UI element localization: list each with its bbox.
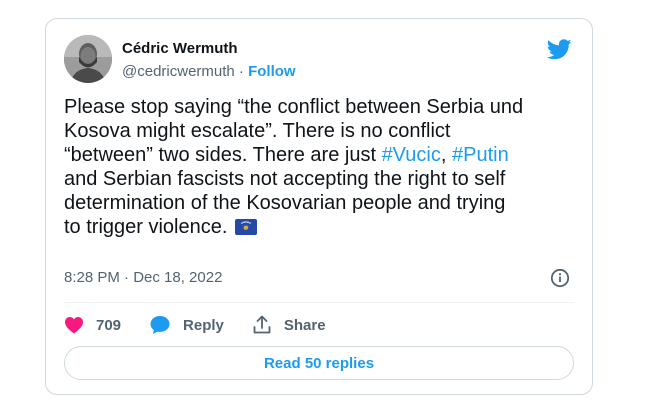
heart-icon <box>65 317 83 334</box>
hashtag-comma: , <box>440 144 452 166</box>
share-button[interactable]: Share <box>252 315 326 335</box>
tweet-line-6: to trigger violence. <box>64 215 564 239</box>
tweet-timestamp[interactable]: 8:28 PM · Dec 18, 2022 <box>64 269 222 286</box>
info-icon[interactable] <box>550 268 570 288</box>
tweet-line-3-text: “between” two sides. There are just <box>64 144 382 166</box>
hashtag-putin[interactable]: #Putin <box>452 144 509 166</box>
follow-button[interactable]: Follow <box>248 63 296 80</box>
handle-separator: · <box>234 63 249 80</box>
tweet-line-5: determination of the Kosovarian people a… <box>64 192 506 214</box>
tweet-line-4: and Serbian fascists not accepting the r… <box>64 168 506 190</box>
reply-button[interactable]: Reply <box>149 315 224 335</box>
tweet-embed-card: Cédric Wermuth @cedricwermuth · Follow P… <box>45 18 593 395</box>
hashtag-vucic[interactable]: #Vucic <box>382 144 441 166</box>
author-handle-line: @cedricwermuth · Follow <box>122 63 296 80</box>
twitter-bird-icon[interactable] <box>547 39 572 60</box>
kosovo-flag-icon <box>234 219 257 235</box>
tweet-text: Please stop saying “the conflict between… <box>64 95 564 239</box>
tweet-line-1: Please stop saying “the conflict between… <box>64 96 524 118</box>
tweet-line-3: “between” two sides. There are just #Vuc… <box>64 143 564 167</box>
reply-bubble-icon <box>150 316 170 334</box>
share-icon <box>253 315 271 334</box>
divider <box>64 302 574 303</box>
share-label: Share <box>283 316 326 334</box>
tweet-line-6-text: to trigger violence. <box>64 216 233 238</box>
author-name[interactable]: Cédric Wermuth <box>122 40 238 57</box>
read-replies-button[interactable]: Read 50 replies <box>64 346 574 380</box>
tweet-line-2: Kosova might escalate”. There is no conf… <box>64 120 451 142</box>
action-bar: 709 Reply Share <box>64 313 354 337</box>
avatar[interactable] <box>64 35 112 83</box>
like-button[interactable]: 709 <box>64 316 121 334</box>
reply-label: Reply <box>183 316 224 334</box>
like-count: 709 <box>96 316 122 334</box>
author-handle[interactable]: @cedricwermuth <box>122 63 235 80</box>
